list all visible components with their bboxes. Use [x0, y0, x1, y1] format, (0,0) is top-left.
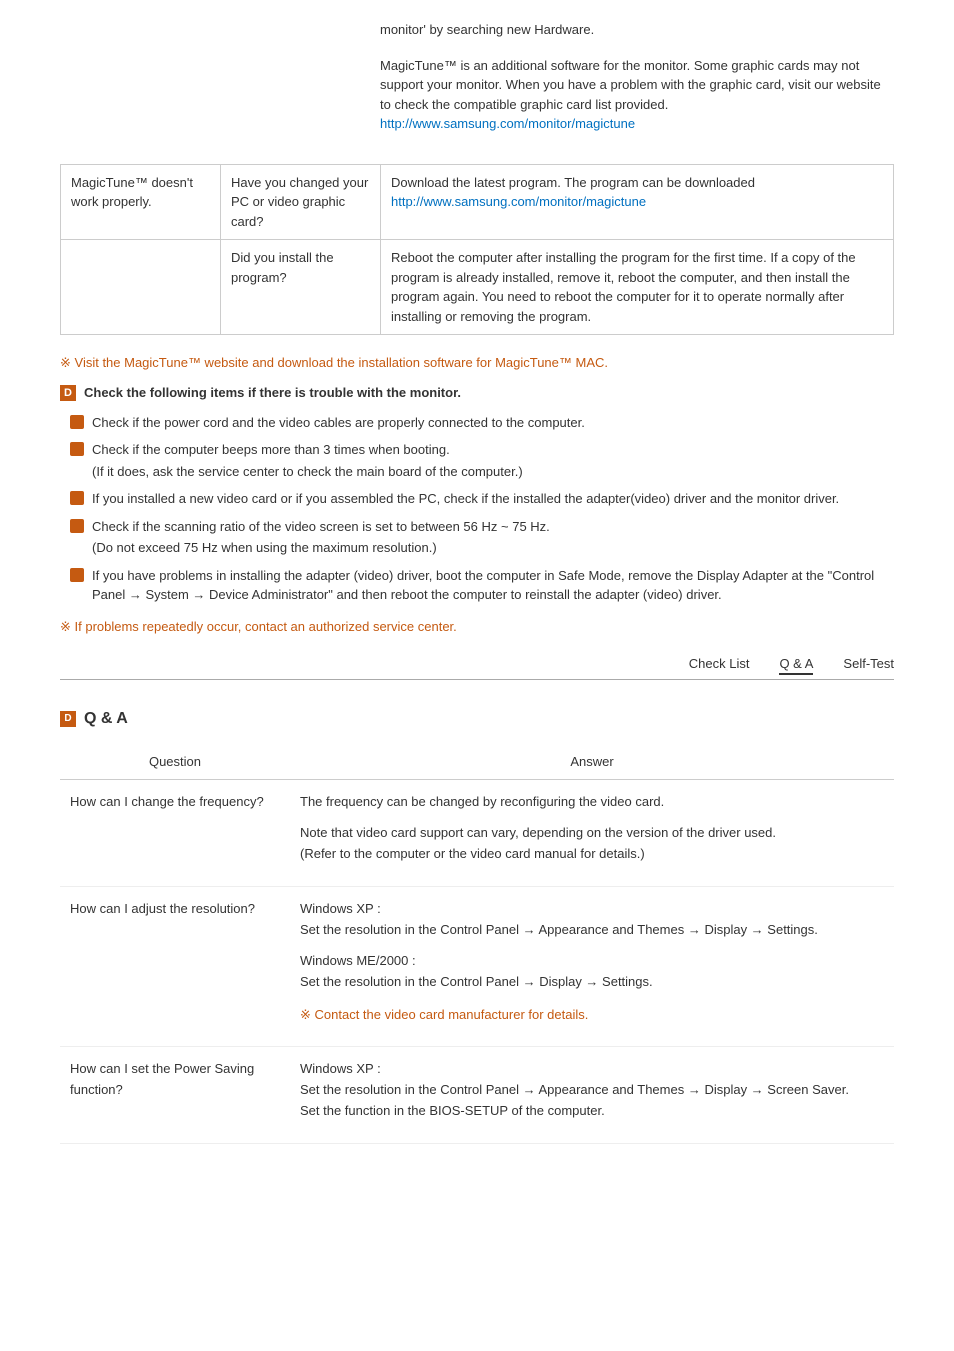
qa-col-question: Question [60, 748, 290, 780]
magictune-link1[interactable]: http://www.samsung.com/monitor/magictune [380, 116, 635, 131]
bullet-list: Check if the power cord and the video ca… [70, 413, 894, 605]
qa-col-answer: Answer [290, 748, 894, 780]
bullet-text: If you installed a new video card or if … [92, 489, 894, 509]
magictune-link2[interactable]: http://www.samsung.com/monitor/magictune [391, 194, 646, 209]
bullet-icon [70, 415, 84, 429]
magictune-block: MagicTune™ is an additional software for… [380, 56, 894, 134]
bullet-item: If you installed a new video card or if … [70, 489, 894, 509]
bullet-item: If you have problems in installing the a… [70, 566, 894, 605]
qa-question-powersaving: How can I set the Power Saving function? [60, 1047, 290, 1144]
note1: ※ Visit the MagicTune™ website and downl… [60, 353, 894, 373]
qa-table-header-row: Question Answer [60, 748, 894, 780]
troubleshoot-table: MagicTune™ doesn't work properly. Have y… [60, 164, 894, 336]
solution-cell: Download the latest program. The program… [381, 164, 894, 240]
bullet-text: If you have problems in installing the a… [92, 566, 894, 605]
problem-cell: MagicTune™ doesn't work properly. [61, 164, 221, 240]
bullet-item: Check if the computer beeps more than 3 … [70, 440, 894, 481]
bullet-item: Check if the scanning ratio of the video… [70, 517, 894, 558]
bullet-text: Check if the computer beeps more than 3 … [92, 440, 894, 481]
problem-cell-empty [61, 240, 221, 335]
qa-table: Question Answer How can I change the fre… [60, 748, 894, 1144]
tab-qa[interactable]: Q & A [779, 656, 813, 675]
bullet-icon [70, 491, 84, 505]
check-header-text: Check the following items if there is tr… [84, 385, 461, 400]
bullet-text: Check if the power cord and the video ca… [92, 413, 894, 433]
bullet-icon [70, 568, 84, 582]
qa-section-header: D Q & A [60, 710, 894, 728]
check-section-header: D Check the following items if there is … [60, 385, 894, 401]
qa-icon: D [60, 711, 76, 727]
note1-text: ※ Visit the MagicTune™ website and downl… [60, 355, 608, 370]
answer-block: Windows XP : Set the resolution in the C… [300, 899, 884, 941]
qa-answer-frequency: The frequency can be changed by reconfig… [290, 780, 894, 887]
bullet-icon [70, 519, 84, 533]
resolution-note: ※ Contact the video card manufacturer fo… [300, 1005, 884, 1025]
nav-tabs: Check List Q & A Self-Test [60, 656, 894, 680]
note2-text: ※ If problems repeatedly occur, contact … [60, 619, 457, 634]
cause-cell: Have you changed your PC or video graphi… [221, 164, 381, 240]
tab-checklist[interactable]: Check List [689, 656, 750, 675]
note2: ※ If problems repeatedly occur, contact … [60, 617, 894, 637]
bullet-item: Check if the power cord and the video ca… [70, 413, 894, 433]
answer-block: Windows ME/2000 : Set the resolution in … [300, 951, 884, 993]
solution-cell2: Reboot the computer after installing the… [381, 240, 894, 335]
qa-question-frequency: How can I change the frequency? [60, 780, 290, 887]
qa-row-frequency: How can I change the frequency? The freq… [60, 780, 894, 887]
qa-question-resolution: How can I adjust the resolution? [60, 887, 290, 1047]
check-icon: D [60, 385, 76, 401]
monitor-text: monitor' by searching new Hardware. [380, 20, 894, 40]
magictune-text1: MagicTune™ is an additional software for… [380, 58, 881, 112]
qa-title: Q & A [84, 710, 128, 728]
tab-selftest[interactable]: Self-Test [843, 656, 894, 675]
bullet-icon [70, 442, 84, 456]
qa-answer-resolution: Windows XP : Set the resolution in the C… [290, 887, 894, 1047]
answer-block: Note that video card support can vary, d… [300, 823, 884, 865]
answer-block: Windows XP : Set the resolution in the C… [300, 1059, 884, 1121]
qa-row-powersaving: How can I set the Power Saving function?… [60, 1047, 894, 1144]
qa-row-resolution: How can I adjust the resolution? Windows… [60, 887, 894, 1047]
table-row: Did you install the program? Reboot the … [61, 240, 894, 335]
bullet-text: Check if the scanning ratio of the video… [92, 517, 894, 558]
contact-manufacturer-link[interactable]: ※ Contact the video card manufacturer fo… [300, 1007, 588, 1022]
cause-cell2: Did you install the program? [221, 240, 381, 335]
qa-answer-powersaving: Windows XP : Set the resolution in the C… [290, 1047, 894, 1144]
answer-block: The frequency can be changed by reconfig… [300, 792, 884, 813]
table-row: MagicTune™ doesn't work properly. Have y… [61, 164, 894, 240]
